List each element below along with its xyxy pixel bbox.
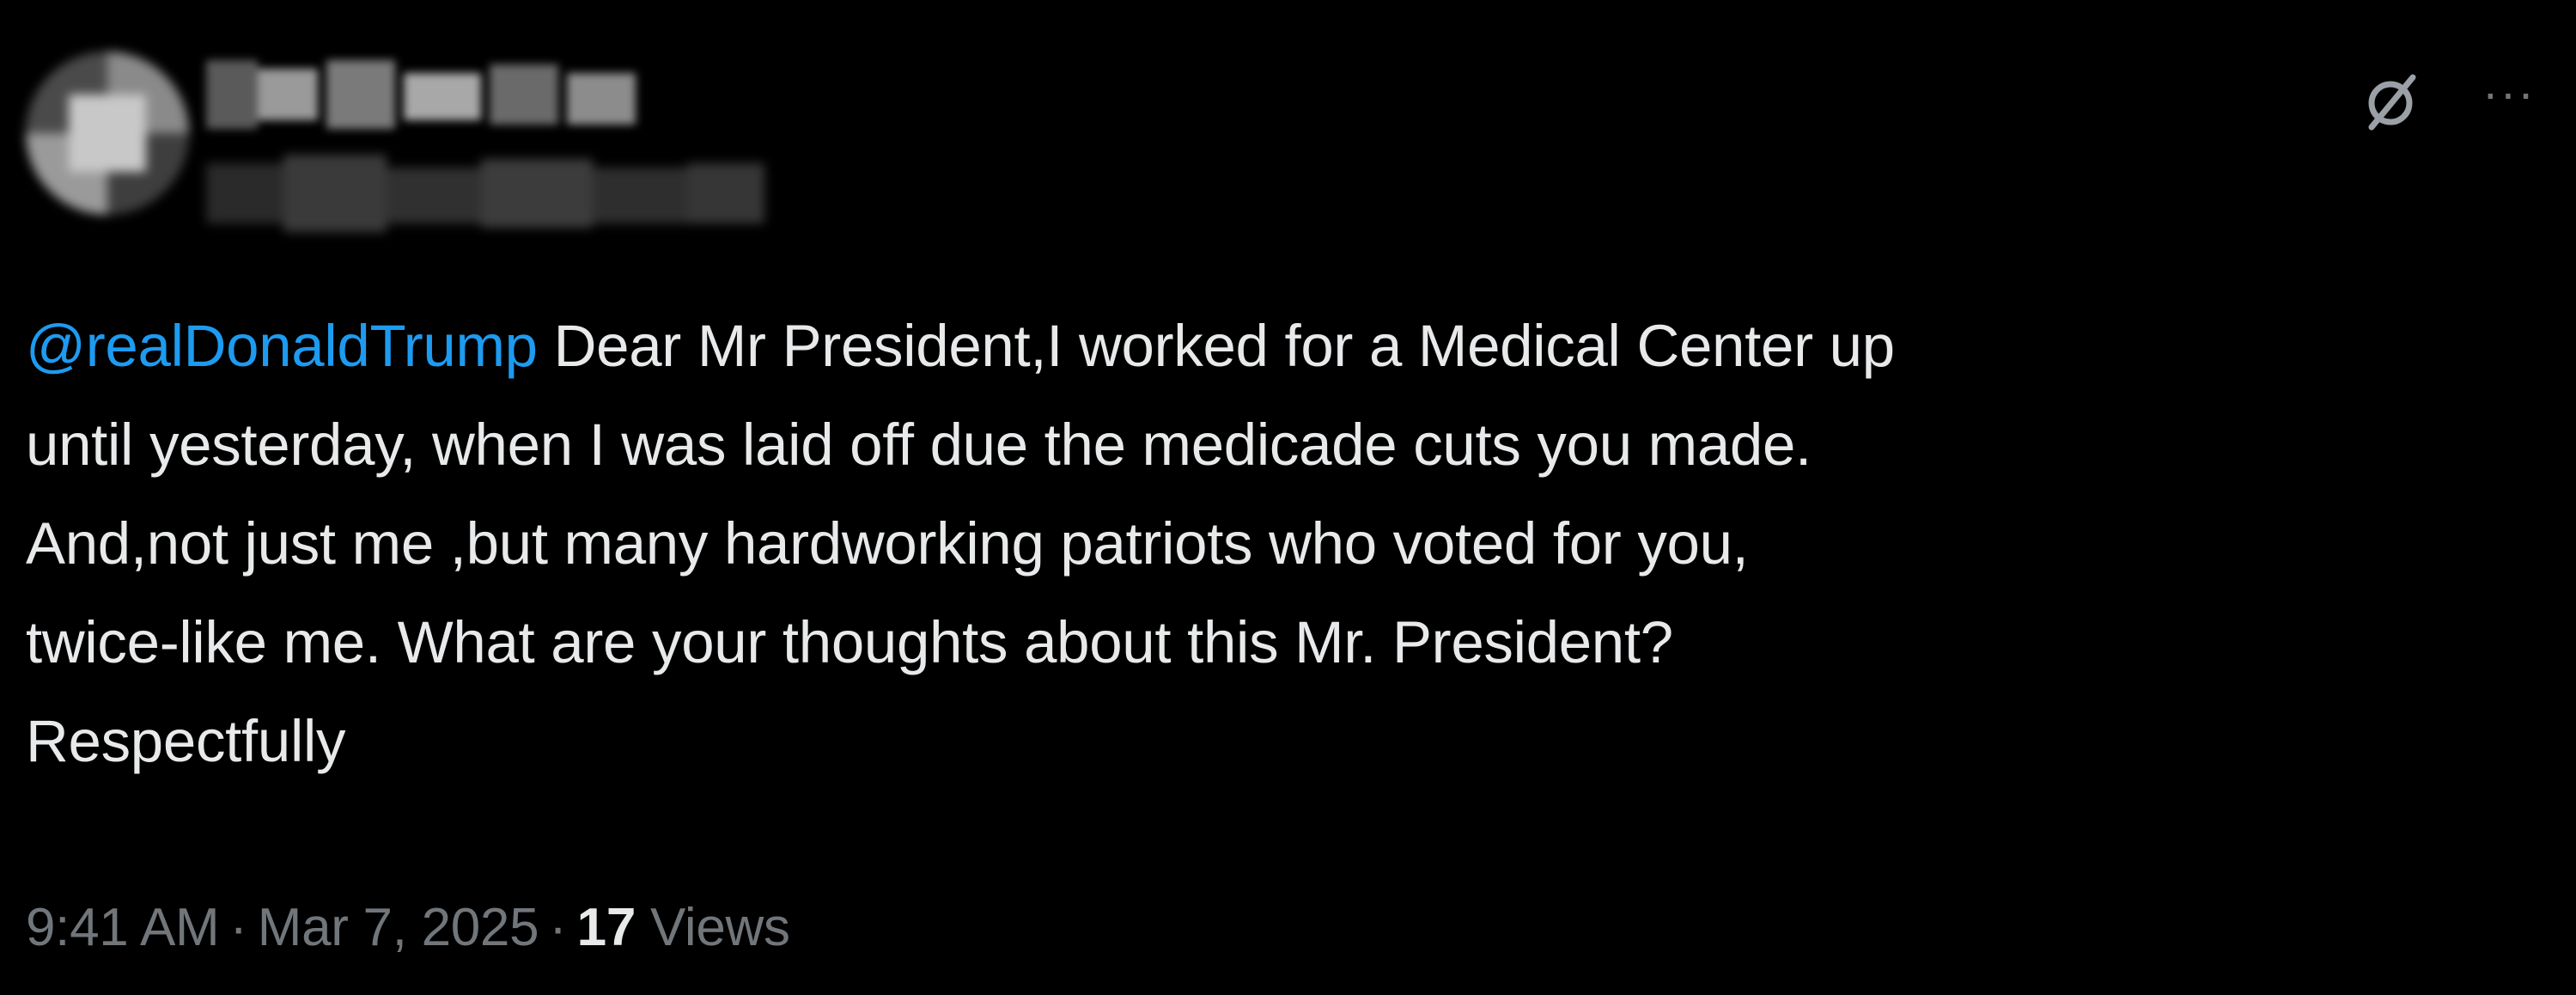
tweet-date[interactable]: Mar 7, 2025 [258, 898, 539, 957]
tweet-text-line-1: Dear Mr President,I worked for a Medical… [537, 313, 1895, 379]
author-handle-redacted[interactable] [206, 155, 764, 232]
author-display-name-redacted[interactable] [206, 60, 636, 129]
tweet: ··· @realDonaldTrump Dear Mr President,I… [0, 0, 2576, 995]
meta-separator: · [229, 898, 247, 957]
tweet-text-line-3: And,not just me ,but many hardworking pa… [26, 510, 1749, 577]
views-label[interactable]: Views [650, 898, 790, 957]
tweet-text-line-4: twice-like me. What are your thoughts ab… [26, 609, 1673, 675]
tweet-author-header[interactable] [26, 34, 799, 232]
tweet-text-line-5: Respectfully [26, 708, 346, 774]
views-count[interactable]: 17 [577, 898, 636, 957]
tweet-text: @realDonaldTrump Dear Mr President,I wor… [26, 296, 2551, 791]
tweet-meta: 9:41 AM · Mar 7, 2025 · 17 Views [26, 894, 790, 962]
mention-link[interactable]: @realDonaldTrump [26, 313, 538, 379]
meta-separator: · [549, 898, 567, 957]
more-icon[interactable]: ··· [2482, 69, 2551, 117]
tweet-text-line-2: until yesterday, when I was laid off due… [26, 412, 1812, 478]
grok-icon[interactable] [2358, 67, 2427, 136]
avatar[interactable] [26, 52, 189, 215]
tweet-time[interactable]: 9:41 AM [26, 898, 220, 957]
